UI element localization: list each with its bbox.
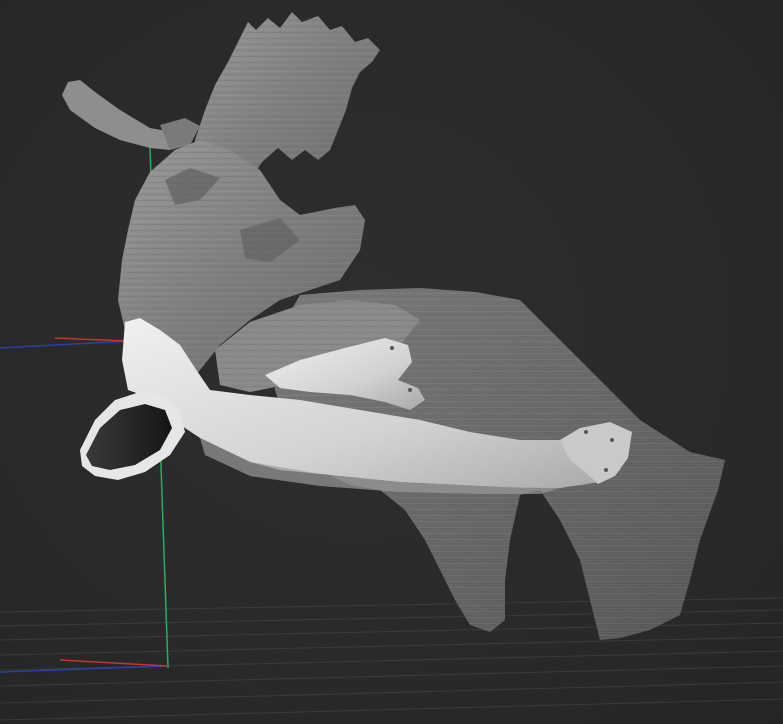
mount-hole (584, 430, 588, 434)
mount-hole (390, 346, 394, 350)
mount-hole (610, 438, 614, 442)
z-axis-floor-red (59, 659, 169, 667)
scan-mirror-stalk (62, 80, 172, 150)
3d-viewport[interactable] (0, 0, 783, 724)
mount-hole (604, 468, 608, 472)
scene-canvas[interactable] (0, 0, 783, 724)
raw-scan-mesh[interactable] (62, 12, 725, 640)
mount-hole (408, 388, 412, 392)
